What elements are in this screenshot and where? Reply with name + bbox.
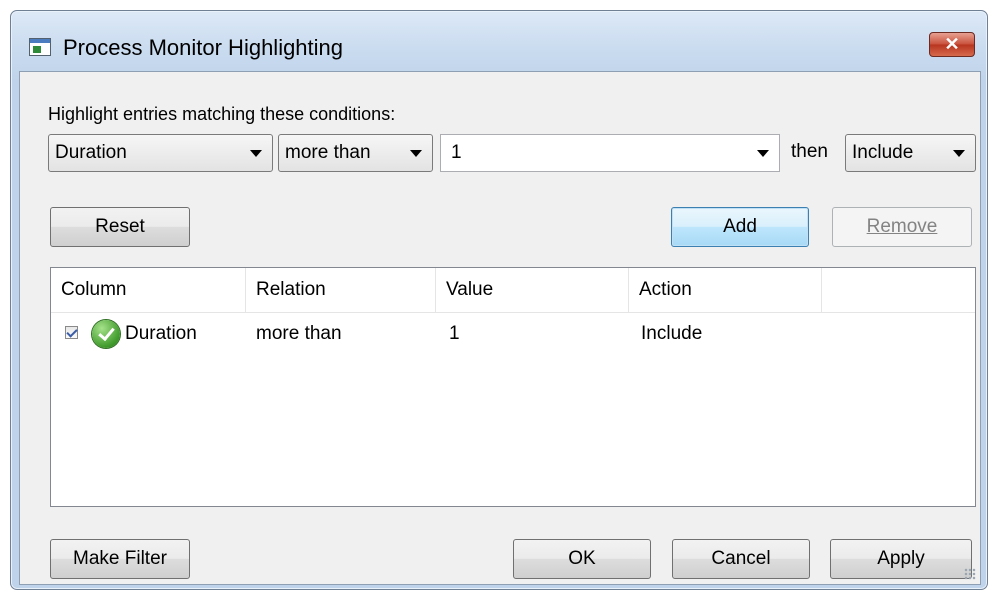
ok-button[interactable]: OK [513, 539, 651, 579]
resize-grip[interactable] [964, 568, 976, 580]
value-combobox[interactable]: 1 [440, 134, 780, 172]
cancel-button[interactable]: Cancel [672, 539, 810, 579]
remove-button[interactable]: Remove [832, 207, 972, 247]
chevron-down-icon[interactable] [757, 150, 769, 157]
cancel-label: Cancel [711, 548, 771, 569]
chevron-down-icon [250, 150, 262, 157]
add-button[interactable]: Add [671, 207, 809, 247]
rule-value: 1 [449, 323, 460, 344]
window-title: Process Monitor Highlighting [63, 35, 344, 60]
apply-button[interactable]: Apply [830, 539, 972, 579]
action-dropdown[interactable]: Include [845, 134, 976, 172]
rules-list[interactable]: Column Relation Value Action Duration mo… [50, 267, 976, 507]
remove-button-label: Remove [866, 216, 938, 237]
then-label: then [791, 141, 828, 162]
action-dropdown-value: Include [852, 142, 914, 163]
rule-column: Duration [125, 323, 197, 344]
column-header-action[interactable]: Action [629, 268, 822, 312]
title-bar[interactable]: Process Monitor Highlighting ✕ [11, 11, 987, 71]
green-check-icon [92, 320, 120, 348]
chevron-down-icon [953, 150, 965, 157]
dialog-body: Highlight entries matching these conditi… [19, 71, 981, 585]
column-header-value[interactable]: Value [436, 268, 629, 312]
rule-enabled-checkbox[interactable] [65, 326, 78, 339]
reset-button[interactable]: Reset [50, 207, 190, 247]
list-item[interactable]: Duration more than 1 Include [51, 316, 975, 352]
apply-label: Apply [877, 548, 925, 569]
rule-action: Include [641, 323, 703, 344]
conditions-heading: Highlight entries matching these conditi… [48, 104, 396, 124]
column-dropdown-value: Duration [55, 142, 127, 163]
ok-label: OK [568, 548, 596, 569]
column-header-relation[interactable]: Relation [246, 268, 436, 312]
highlighting-dialog: Process Monitor Highlighting ✕ Highlight… [10, 10, 988, 590]
close-button[interactable]: ✕ [929, 32, 975, 57]
column-dropdown[interactable]: Duration [48, 134, 273, 172]
app-window-icon [29, 38, 51, 56]
chevron-down-icon [410, 150, 422, 157]
make-filter-button[interactable]: Make Filter [50, 539, 190, 579]
list-header: Column Relation Value Action [51, 268, 975, 313]
value-input-text: 1 [451, 142, 462, 163]
make-filter-label: Make Filter [73, 548, 167, 569]
column-header-column[interactable]: Column [51, 268, 246, 312]
relation-dropdown-value: more than [285, 142, 371, 163]
rule-relation: more than [256, 323, 342, 344]
relation-dropdown[interactable]: more than [278, 134, 433, 172]
